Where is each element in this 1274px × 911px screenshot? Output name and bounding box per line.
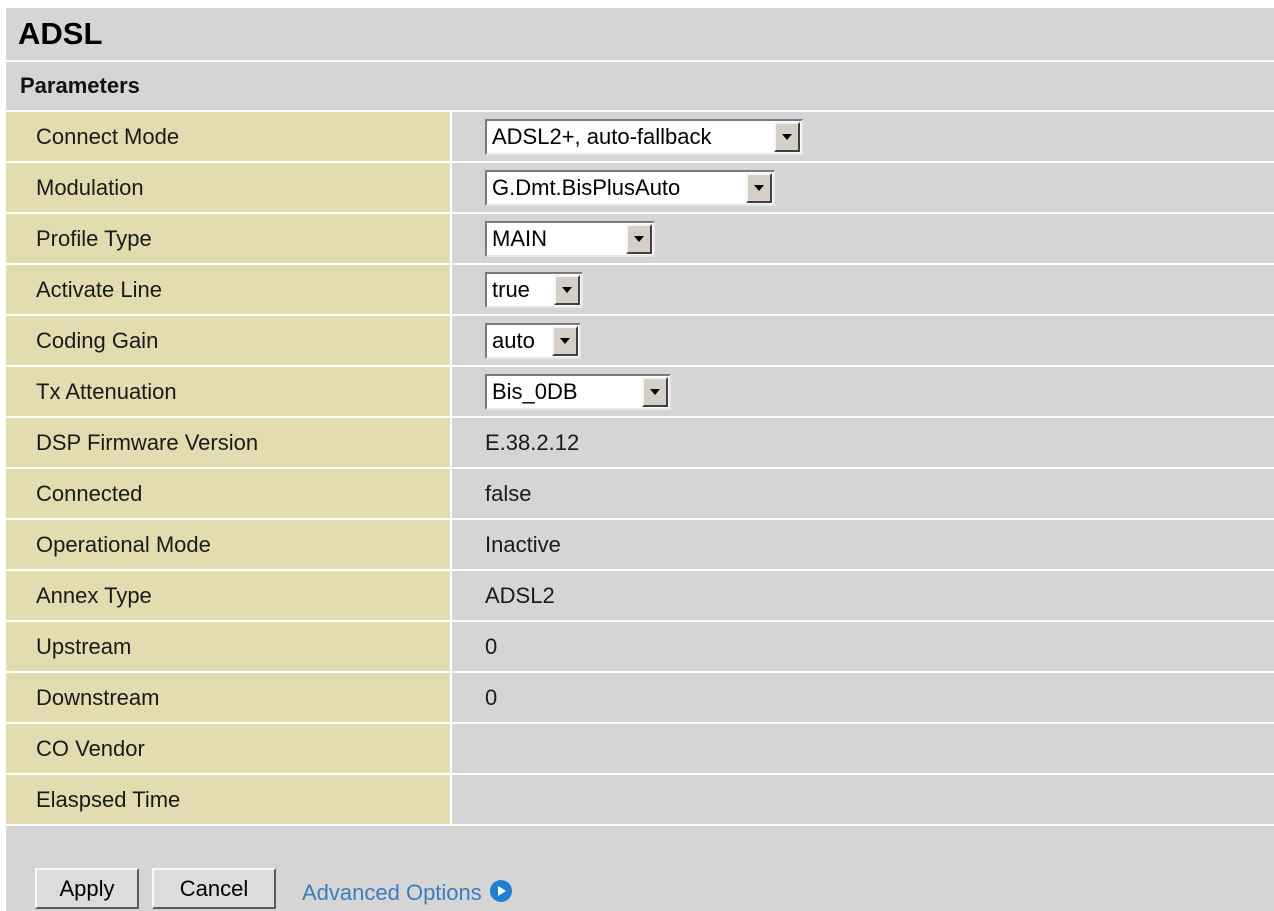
advanced-options-link[interactable]: Advanced Options	[302, 880, 512, 906]
row-annex-type: Annex Type ADSL2	[6, 571, 1274, 622]
connect-mode-cell: ADSL2+, auto-fallback	[452, 112, 1274, 161]
row-coding-gain: Coding Gain auto	[6, 316, 1274, 367]
chevron-down-icon[interactable]	[642, 376, 668, 407]
downstream-value: 0	[452, 673, 1274, 722]
chevron-down-icon[interactable]	[554, 274, 580, 305]
dsp-firmware-version-value: E.38.2.12	[452, 418, 1274, 467]
circle-arrow-right-icon[interactable]	[489, 880, 512, 902]
operational-mode-label: Operational Mode	[6, 520, 452, 569]
button-bar: Apply Cancel Advanced Options	[6, 828, 1274, 911]
adsl-panel: ADSL Parameters Connect Mode ADSL2+, aut…	[6, 8, 1274, 911]
downstream-label: Downstream	[6, 673, 452, 722]
annex-type-label: Annex Type	[6, 571, 452, 620]
page-header: ADSL	[6, 8, 1274, 60]
cancel-button[interactable]: Cancel	[152, 868, 276, 909]
section-title: Parameters	[20, 73, 140, 98]
row-profile-type: Profile Type MAIN	[6, 214, 1274, 265]
apply-button[interactable]: Apply	[35, 868, 139, 909]
operational-mode-value: Inactive	[452, 520, 1274, 569]
row-connected: Connected false	[6, 469, 1274, 520]
profile-type-cell: MAIN	[452, 214, 1274, 263]
modulation-selected: G.Dmt.BisPlusAuto	[492, 174, 681, 200]
chevron-down-icon[interactable]	[774, 121, 800, 152]
annex-type-value: ADSL2	[452, 571, 1274, 620]
row-co-vendor: CO Vendor	[6, 724, 1274, 775]
activate-line-cell: true	[452, 265, 1274, 314]
row-upstream: Upstream 0	[6, 622, 1274, 673]
coding-gain-selected: auto	[492, 327, 535, 353]
activate-line-select[interactable]: true	[485, 271, 583, 308]
co-vendor-label: CO Vendor	[6, 724, 452, 773]
elapsed-time-value	[452, 775, 1274, 824]
row-downstream: Downstream 0	[6, 673, 1274, 724]
activate-line-selected: true	[492, 276, 530, 302]
tx-attenuation-label: Tx Attenuation	[6, 367, 452, 416]
coding-gain-cell: auto	[452, 316, 1274, 365]
coding-gain-select[interactable]: auto	[485, 322, 581, 359]
section-header: Parameters	[6, 62, 1274, 112]
page-title: ADSL	[18, 16, 103, 51]
activate-line-label: Activate Line	[6, 265, 452, 314]
row-dsp-firmware-version: DSP Firmware Version E.38.2.12	[6, 418, 1274, 469]
row-activate-line: Activate Line true	[6, 265, 1274, 316]
profile-type-label: Profile Type	[6, 214, 452, 263]
upstream-value: 0	[452, 622, 1274, 671]
row-connect-mode: Connect Mode ADSL2+, auto-fallback	[6, 112, 1274, 163]
profile-type-select[interactable]: MAIN	[485, 220, 655, 257]
modulation-label: Modulation	[6, 163, 452, 212]
tx-attenuation-cell: Bis_0DB	[452, 367, 1274, 416]
connected-label: Connected	[6, 469, 452, 518]
modulation-select[interactable]: G.Dmt.BisPlusAuto	[485, 169, 775, 206]
chevron-down-icon[interactable]	[746, 172, 772, 203]
tx-attenuation-select[interactable]: Bis_0DB	[485, 373, 671, 410]
advanced-options-label[interactable]: Advanced Options	[302, 880, 482, 906]
row-tx-attenuation: Tx Attenuation Bis_0DB	[6, 367, 1274, 418]
row-elapsed-time: Elaspsed Time	[6, 775, 1274, 826]
coding-gain-label: Coding Gain	[6, 316, 452, 365]
chevron-down-icon[interactable]	[626, 223, 652, 254]
dsp-firmware-version-label: DSP Firmware Version	[6, 418, 452, 467]
tx-attenuation-selected: Bis_0DB	[492, 378, 578, 404]
connect-mode-label: Connect Mode	[6, 112, 452, 161]
row-operational-mode: Operational Mode Inactive	[6, 520, 1274, 571]
upstream-label: Upstream	[6, 622, 452, 671]
elapsed-time-label: Elaspsed Time	[6, 775, 452, 824]
connected-value: false	[452, 469, 1274, 518]
modulation-cell: G.Dmt.BisPlusAuto	[452, 163, 1274, 212]
chevron-down-icon[interactable]	[552, 325, 578, 356]
co-vendor-value	[452, 724, 1274, 773]
connect-mode-selected: ADSL2+, auto-fallback	[492, 123, 712, 149]
connect-mode-select[interactable]: ADSL2+, auto-fallback	[485, 118, 803, 155]
profile-type-selected: MAIN	[492, 225, 547, 251]
row-modulation: Modulation G.Dmt.BisPlusAuto	[6, 163, 1274, 214]
